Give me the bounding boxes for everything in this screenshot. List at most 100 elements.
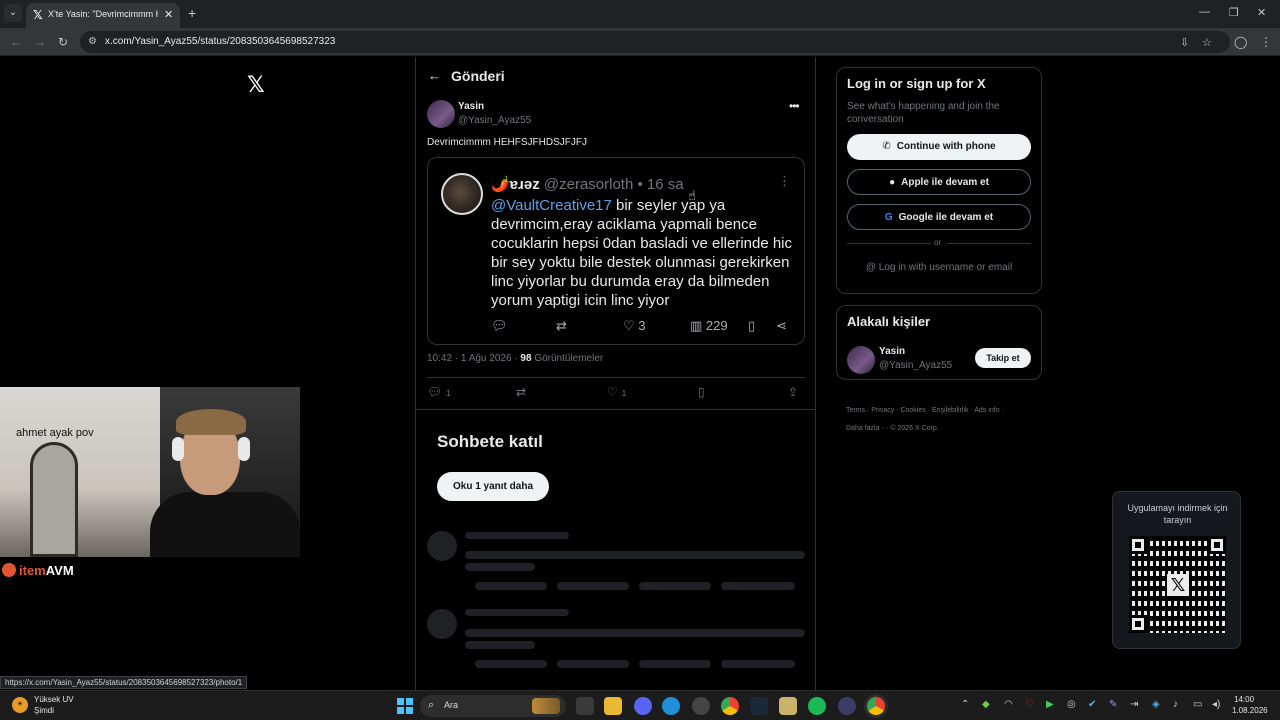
- url-field[interactable]: ⚙ x.com/Yasin_Ayaz55/status/208350364569…: [80, 31, 1230, 53]
- main-column: ← Gönderi Yasin @Yasin_Ayaz55 ••• Devrim…: [415, 57, 816, 690]
- chrome-active-icon[interactable]: [867, 697, 885, 715]
- follow-button[interactable]: Takip et: [975, 348, 1031, 368]
- browser-menu-icon[interactable]: ⋮: [1260, 35, 1272, 49]
- clock-time[interactable]: 14:00: [1234, 695, 1254, 704]
- weather-title[interactable]: Yüksek UV: [34, 695, 74, 704]
- skeleton-line: [465, 551, 805, 559]
- post-views-label: Görüntülemeler: [534, 353, 604, 364]
- apple-login-button[interactable]: ● Apple ile devam et: [847, 169, 1031, 195]
- network-icon[interactable]: ▭: [1193, 699, 1202, 710]
- headset-icon: [238, 437, 250, 461]
- tray-app-icon[interactable]: ◆: [982, 699, 990, 710]
- install-app-icon[interactable]: ⇩: [1180, 36, 1189, 49]
- profile-icon[interactable]: ◯: [1234, 35, 1247, 49]
- chrome-icon[interactable]: [721, 697, 739, 715]
- tray-chevron-icon[interactable]: ⌃: [961, 699, 969, 710]
- author-avatar[interactable]: [427, 100, 455, 128]
- footer-links: Terms · Privacy · Cookies · Erişilebilir…: [846, 402, 1046, 438]
- login-subtitle: See what's happening and join the conver…: [847, 101, 1000, 125]
- post-meta: 10:42 · 1 Ağu 2026 · 98 Görüntülemeler: [427, 353, 603, 364]
- google-button-label: Google ile devam et: [898, 212, 994, 223]
- share-button[interactable]: ⇪: [788, 385, 798, 399]
- username-login-label: Log in with username or email: [878, 262, 1013, 273]
- task-view-icon[interactable]: [576, 697, 594, 715]
- reply-button[interactable]: 💬︎ 1: [427, 385, 451, 399]
- tab-search-icon[interactable]: ⌄: [4, 4, 22, 22]
- login-title: Log in or sign up for X: [847, 76, 986, 91]
- post-media-screenshot[interactable]: 🌶️ɐɹəz @zerasorloth • 16 sa ⋮ @VaultCrea…: [427, 157, 805, 345]
- google-login-button[interactable]: G Google ile devam et: [847, 204, 1031, 230]
- read-more-replies-button[interactable]: Oku 1 yanıt daha: [437, 472, 549, 501]
- related-avatar[interactable]: [847, 346, 875, 374]
- url-text[interactable]: x.com/Yasin_Ayaz55/status/20835036456985…: [105, 36, 335, 47]
- bookmark-star-icon[interactable]: ☆: [1202, 36, 1212, 49]
- clock-date[interactable]: 1.08.2026: [1232, 706, 1268, 715]
- tray-app-icon[interactable]: ◎: [1067, 699, 1076, 710]
- skeleton-avatar: [427, 609, 457, 639]
- webcam-mirror: [30, 442, 78, 557]
- brand-part-a: item: [19, 563, 46, 578]
- app-icon[interactable]: [838, 697, 856, 715]
- tray-app-icon[interactable]: ⇥: [1130, 699, 1138, 710]
- forward-icon[interactable]: →: [34, 35, 46, 49]
- skeleton-line: [465, 532, 569, 539]
- embedded-mention: @VaultCreative17: [491, 197, 612, 214]
- post-timestamp[interactable]: 10:42 · 1 Ağu 2026 ·: [427, 353, 518, 364]
- repost-button[interactable]: ⇄: [516, 385, 526, 399]
- volume-icon[interactable]: ◂): [1212, 699, 1220, 710]
- close-window-icon[interactable]: ✕: [1257, 6, 1266, 19]
- notes-icon[interactable]: [779, 697, 797, 715]
- microphone-icon[interactable]: ♪: [1173, 699, 1178, 710]
- discord-icon[interactable]: [634, 697, 652, 715]
- back-icon[interactable]: ←: [10, 35, 22, 49]
- like-button[interactable]: ♡ 1: [607, 385, 626, 399]
- new-tab-icon[interactable]: +: [188, 5, 196, 21]
- page-title: Gönderi: [451, 68, 505, 84]
- steam-icon[interactable]: [750, 697, 768, 715]
- edge-icon[interactable]: [662, 697, 680, 715]
- username-login-link[interactable]: @ Log in with username or email: [847, 262, 1031, 273]
- embedded-header: 🌶️ɐɹəz @zerasorloth • 16 sa: [491, 175, 684, 193]
- qr-finder: [1129, 615, 1147, 633]
- more-options-icon[interactable]: •••: [789, 99, 800, 113]
- brand-part-b: AVM: [45, 563, 74, 578]
- join-conversation-title: Sohbete katıl: [437, 432, 543, 451]
- taskbar-search[interactable]: ⌕ Ara: [420, 695, 566, 717]
- author-handle[interactable]: @Yasin_Ayaz55: [458, 115, 531, 126]
- taskbar: ☀ Yüksek UV Şimdi ⌕ Ara ⌃ ◆ ◠ ♡ ▶ ◎ ✔ ✎ …: [0, 690, 1280, 720]
- browser-tab[interactable]: 𝕏 X'te Yasin: "Devrimcimmm HEH ✕: [26, 3, 180, 28]
- file-explorer-icon[interactable]: [604, 697, 622, 715]
- maximize-icon[interactable]: ❐: [1229, 6, 1239, 19]
- back-arrow-icon[interactable]: ←: [428, 68, 441, 83]
- spotify-icon[interactable]: [808, 697, 826, 715]
- tray-app-icon[interactable]: ◈: [1152, 699, 1160, 710]
- related-people-card: Alakalı kişiler Yasin @Yasin_Ayaz55 Taki…: [836, 305, 1042, 380]
- weather-icon[interactable]: ☀: [12, 697, 28, 713]
- weather-subtitle[interactable]: Şimdi: [34, 706, 54, 715]
- bookmark-button[interactable]: ▯: [698, 385, 705, 399]
- footer-line-2[interactable]: Daha fazla ··· © 2026 X Corp.: [846, 420, 1046, 438]
- tray-app-icon[interactable]: ✎: [1109, 699, 1117, 710]
- x-logo-icon[interactable]: 𝕏: [247, 72, 265, 98]
- tray-play-icon[interactable]: ▶: [1046, 699, 1054, 710]
- tray-shield-icon[interactable]: ♡: [1025, 699, 1034, 710]
- author-name[interactable]: Yasin: [458, 101, 484, 112]
- embedded-handle-time: @zerasorloth • 16 sa: [543, 176, 684, 193]
- related-handle[interactable]: @Yasin_Ayaz55: [879, 360, 952, 371]
- site-info-icon[interactable]: ⚙: [88, 36, 97, 47]
- login-card: Log in or sign up for X See what's happe…: [836, 67, 1042, 294]
- address-bar: ← → ↻ ⚙ x.com/Yasin_Ayaz55/status/208350…: [0, 28, 1280, 56]
- tray-headset-icon[interactable]: ◠: [1004, 699, 1013, 710]
- tray-app-icon[interactable]: ✔: [1088, 699, 1096, 710]
- qr-text: Uygulamayı indirmek için tarayın: [1127, 503, 1228, 525]
- related-name[interactable]: Yasin: [879, 346, 905, 357]
- reload-icon[interactable]: ↻: [58, 35, 68, 49]
- footer-line-1[interactable]: Terms · Privacy · Cookies · Erişilebilir…: [846, 402, 1046, 420]
- start-button[interactable]: [397, 698, 413, 714]
- continue-with-phone-button[interactable]: ✆ Continue with phone: [847, 134, 1031, 160]
- minimize-icon[interactable]: —: [1199, 6, 1210, 18]
- qr-finder: [1208, 536, 1226, 554]
- tab-close-icon[interactable]: ✕: [164, 8, 173, 21]
- app-icon[interactable]: [692, 697, 710, 715]
- at-icon: @: [865, 262, 879, 273]
